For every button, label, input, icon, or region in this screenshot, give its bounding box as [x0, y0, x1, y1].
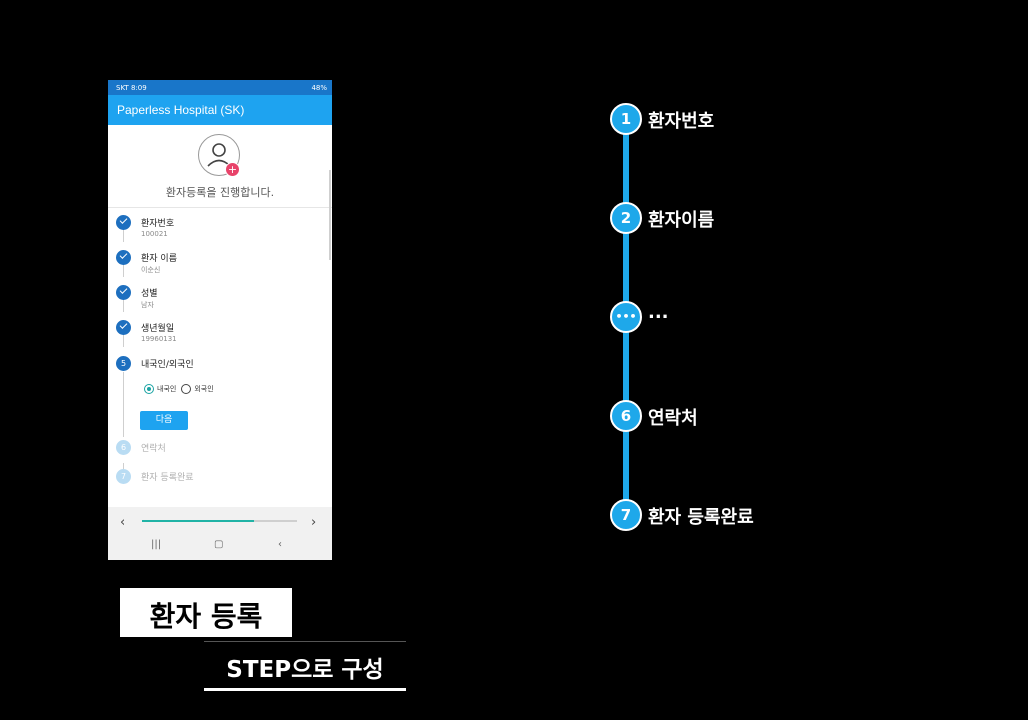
timeline-badge: 1	[610, 103, 642, 135]
caption-main-text: 환자 등록	[149, 600, 263, 633]
phone-screen: SKT 8:09 48% Paperless Hospital (SK) + 환…	[108, 80, 332, 560]
step-title: 환자 등록완료	[141, 473, 194, 483]
caption-sub: STEP으로 구성	[204, 641, 406, 691]
step-title: 내국인/외국인	[141, 360, 194, 370]
timeline-label: ...	[648, 302, 669, 323]
check-icon	[116, 285, 131, 300]
nationality-radio-group: 내국인 외국인	[144, 384, 214, 394]
next-arrow-icon[interactable]: ›	[311, 515, 316, 530]
intro-text: 환자등록을 진행합니다.	[165, 186, 275, 199]
timeline-label: 환자이름	[648, 210, 715, 231]
bottom-nav: ‹ › ||| ▢ ‹	[108, 507, 332, 560]
timeline-badge: 2	[610, 202, 642, 234]
add-photo-icon[interactable]: +	[225, 162, 240, 177]
radio-domestic[interactable]	[144, 384, 154, 394]
scrollbar[interactable]	[329, 170, 331, 260]
step-number: 5	[116, 356, 131, 371]
radio-foreign[interactable]	[181, 384, 192, 394]
step-title: 환자번호	[141, 219, 175, 229]
step-number: 6	[116, 440, 131, 455]
step-value: 남자	[141, 301, 154, 309]
step-value: 이순신	[141, 266, 161, 274]
step-title: 생년월일	[141, 324, 175, 334]
timeline-label: 연락처	[648, 408, 698, 429]
step-title: 성별	[141, 289, 158, 299]
radio-label: 내국인	[157, 385, 177, 393]
patient-header: + 환자등록을 진행합니다.	[108, 125, 332, 208]
timeline-badge: •••	[610, 301, 642, 333]
status-bar: SKT 8:09 48%	[108, 80, 332, 95]
recents-icon[interactable]: |||	[151, 539, 161, 550]
check-icon	[116, 320, 131, 335]
step-title: 연락처	[141, 444, 166, 454]
step-number: 7	[116, 469, 131, 484]
timeline-badge: 7	[610, 499, 642, 531]
home-icon[interactable]: ▢	[214, 539, 223, 550]
next-button[interactable]: 다음	[140, 411, 188, 430]
back-icon[interactable]: ‹	[278, 539, 282, 550]
app-bar: Paperless Hospital (SK)	[108, 95, 332, 125]
progress-bar	[142, 520, 297, 522]
timeline-badge: 6	[610, 400, 642, 432]
caption-main: 환자 등록	[120, 588, 292, 637]
status-carrier-time: SKT 8:09	[116, 83, 147, 92]
app-title: Paperless Hospital (SK)	[117, 103, 245, 117]
caption-sub-text: STEP으로 구성	[226, 657, 384, 683]
timeline-label: 환자번호	[648, 111, 715, 132]
check-icon	[116, 250, 131, 265]
radio-label: 외국인	[194, 385, 214, 393]
check-icon	[116, 215, 131, 230]
step-title: 환자 이름	[141, 254, 177, 264]
progress-fill	[142, 520, 254, 522]
prev-arrow-icon[interactable]: ‹	[120, 515, 125, 530]
step-value: 100021	[141, 230, 168, 238]
status-battery: 48%	[311, 83, 327, 92]
step-value: 19960131	[141, 335, 177, 343]
timeline-label: 환자 등록완료	[648, 507, 754, 528]
